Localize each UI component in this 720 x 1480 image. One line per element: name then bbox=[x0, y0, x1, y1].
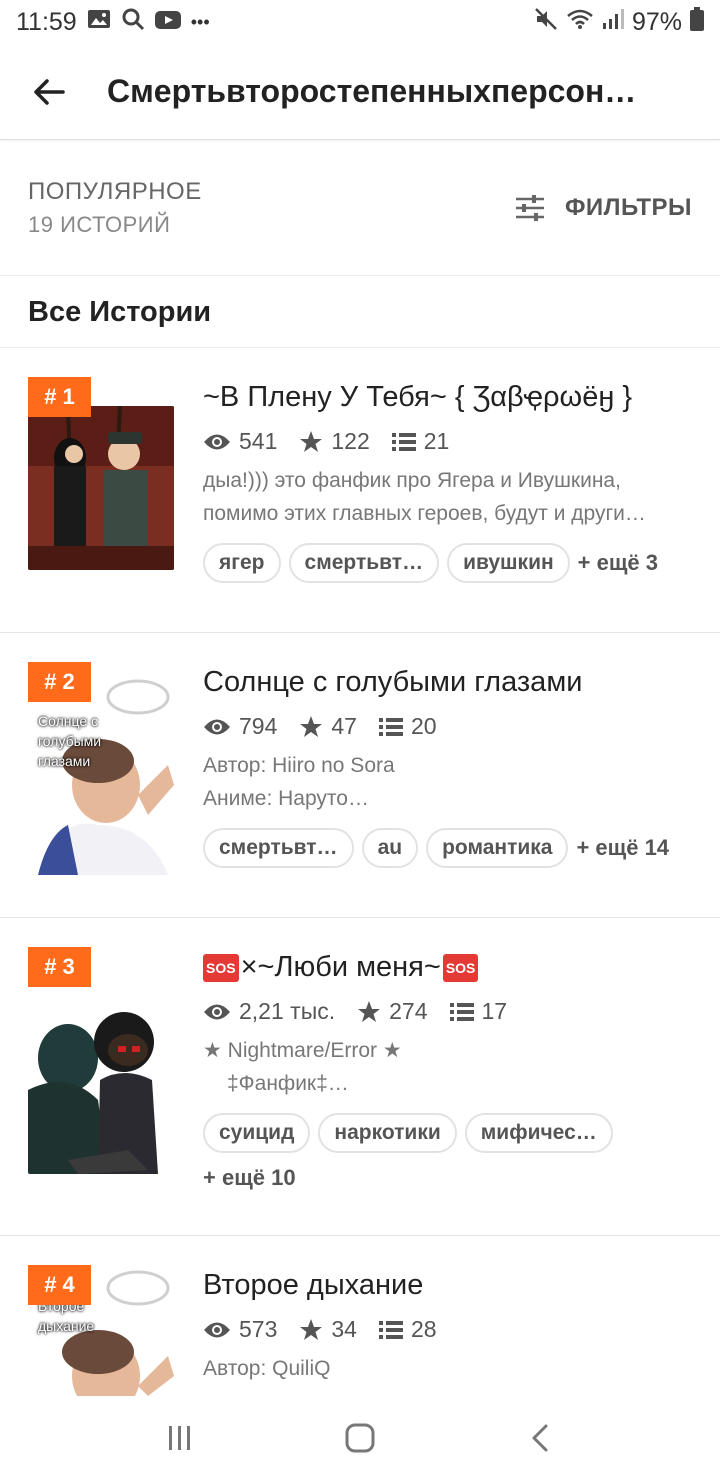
rank-badge: # 4 bbox=[28, 1265, 91, 1305]
story-cover[interactable] bbox=[28, 406, 174, 570]
star-icon bbox=[300, 430, 323, 452]
wifi-icon bbox=[566, 8, 594, 37]
story-item[interactable]: # 1 ~В Плену У Тебя~ { Ʒαβҿρωёӈ } 541 12… bbox=[0, 348, 720, 633]
tag[interactable]: ивушкин bbox=[447, 543, 570, 583]
views-count: 573 bbox=[239, 1316, 278, 1342]
parts-count: 20 bbox=[410, 713, 437, 739]
story-description: Автор: QuiliQ bbox=[203, 1357, 331, 1380]
home-button[interactable] bbox=[328, 1406, 392, 1470]
tag-list: смертьвт… au романтика + ещё 14 bbox=[203, 828, 669, 868]
views-count: 2,21 тыс. bbox=[239, 998, 336, 1024]
tag[interactable]: романтика bbox=[426, 828, 569, 868]
chevron-left-icon bbox=[532, 1424, 548, 1452]
mute-icon bbox=[534, 7, 558, 38]
recent-apps-button[interactable] bbox=[148, 1406, 212, 1470]
story-title[interactable]: Солнце с голубыми глазами bbox=[203, 666, 582, 699]
views-count: 794 bbox=[239, 713, 278, 739]
parts-count: 28 bbox=[410, 1316, 437, 1342]
story-item[interactable]: Солнце с голубыми глазами # 2 Солнце с г… bbox=[0, 633, 720, 918]
story-item[interactable]: # 3 SOS ×~Люби меня~ SOS 2,21 тыс. 274 1… bbox=[0, 918, 720, 1236]
more-tags-link[interactable]: + ещё 3 bbox=[578, 550, 658, 576]
gallery-icon bbox=[87, 8, 111, 37]
votes-count: 122 bbox=[331, 428, 370, 454]
parts-list-icon bbox=[391, 432, 416, 451]
votes-count: 34 bbox=[331, 1316, 357, 1342]
tag-list: ягер смертьвт… ивушкин + ещё 3 bbox=[203, 543, 658, 583]
rank-badge: # 3 bbox=[28, 947, 91, 987]
battery-percent: 97% bbox=[631, 7, 682, 36]
votes-count: 274 bbox=[389, 998, 428, 1024]
battery-icon bbox=[690, 6, 704, 38]
page-title: Смертьвторостепенныхперсон… bbox=[107, 73, 637, 109]
tag[interactable]: суицид bbox=[203, 1113, 311, 1153]
eye-icon bbox=[204, 1004, 230, 1019]
story-item[interactable]: Второе дыхание # 4 Второе дыхание 573 34… bbox=[0, 1236, 720, 1396]
parts-list-icon bbox=[449, 1002, 474, 1021]
youtube-icon bbox=[154, 8, 181, 37]
parts-count: 21 bbox=[423, 428, 450, 454]
clock: 11:59 bbox=[16, 7, 77, 36]
status-bar: 11:59 ••• 97% bbox=[0, 0, 720, 44]
system-nav-bar bbox=[0, 1396, 720, 1480]
search-icon bbox=[121, 7, 145, 38]
views-count: 541 bbox=[239, 428, 278, 454]
sos-icon: SOS bbox=[442, 953, 479, 982]
parts-count: 17 bbox=[481, 998, 508, 1024]
rank-badge: # 1 bbox=[28, 377, 91, 417]
votes-count: 47 bbox=[331, 713, 357, 739]
tag[interactable]: наркотики bbox=[318, 1113, 457, 1153]
story-cover[interactable] bbox=[28, 970, 174, 1174]
arrow-left-icon bbox=[34, 78, 65, 105]
story-title[interactable]: Второе дыхание bbox=[203, 1269, 423, 1302]
star-icon bbox=[358, 1000, 381, 1022]
story-description: дыа!))) это фанфик про Ягера и Ивушкина,… bbox=[203, 469, 646, 525]
more-tags-link[interactable]: + ещё 14 bbox=[576, 835, 669, 861]
story-stats: 794 47 20 bbox=[203, 713, 459, 740]
eye-icon bbox=[204, 1322, 230, 1337]
story-description: ★ Nightmare/Error ★ ‡Фанфик‡… bbox=[203, 1039, 402, 1095]
parts-list-icon bbox=[378, 1320, 403, 1339]
cover-caption: Солнце с голубыми глазами bbox=[38, 713, 102, 769]
signal-icon bbox=[602, 8, 624, 37]
sort-label[interactable]: ПОПУЛЯРНОЕ bbox=[28, 178, 202, 206]
story-stats: 2,21 тыс. 274 17 bbox=[203, 998, 529, 1025]
story-stats: 573 34 28 bbox=[203, 1316, 459, 1343]
tag[interactable]: мифичес… bbox=[464, 1113, 613, 1153]
more-notifications-icon: ••• bbox=[190, 11, 210, 32]
rank-badge: # 2 bbox=[28, 662, 91, 702]
system-back-button[interactable] bbox=[508, 1406, 572, 1470]
story-description: Автор: Hiiro no Sora Аниме: Наруто… bbox=[203, 754, 395, 810]
star-icon bbox=[300, 1318, 323, 1340]
story-stats: 541 122 21 bbox=[203, 428, 471, 455]
story-count: 19 ИСТОРИЙ bbox=[28, 211, 171, 237]
eye-icon bbox=[204, 719, 230, 734]
more-tags-link[interactable]: + ещё 10 bbox=[203, 1165, 296, 1191]
tag[interactable]: смертьвт… bbox=[203, 828, 354, 868]
app-bar: Смертьвторостепенныхперсон… bbox=[0, 44, 720, 140]
sliders-icon bbox=[515, 194, 544, 221]
section-title: Все Истории bbox=[28, 296, 212, 328]
parts-list-icon bbox=[378, 717, 403, 736]
tag[interactable]: смертьвт… bbox=[288, 543, 440, 583]
star-icon bbox=[300, 715, 323, 737]
tag[interactable]: au bbox=[361, 828, 419, 868]
recent-apps-icon bbox=[169, 1426, 190, 1450]
back-button[interactable] bbox=[17, 60, 81, 124]
story-cover[interactable]: Солнце с голубыми глазами bbox=[28, 675, 174, 875]
story-title[interactable]: SOS ×~Люби меня~ SOS bbox=[203, 951, 479, 984]
tag[interactable]: ягер bbox=[203, 543, 281, 583]
filters-label: ФИЛЬТРЫ bbox=[564, 193, 692, 221]
sos-icon: SOS bbox=[203, 953, 239, 982]
eye-icon bbox=[204, 434, 230, 449]
filter-header: ПОПУЛЯРНОЕ 19 ИСТОРИЙ ФИЛЬТРЫ bbox=[0, 140, 720, 276]
story-title[interactable]: ~В Плену У Тебя~ { Ʒαβҿρωёӈ } bbox=[203, 381, 632, 414]
tag-list: суицид наркотики мифичес… + ещё 10 bbox=[203, 1113, 683, 1191]
home-icon bbox=[345, 1423, 375, 1453]
filters-button[interactable]: ФИЛЬТРЫ bbox=[515, 194, 692, 222]
